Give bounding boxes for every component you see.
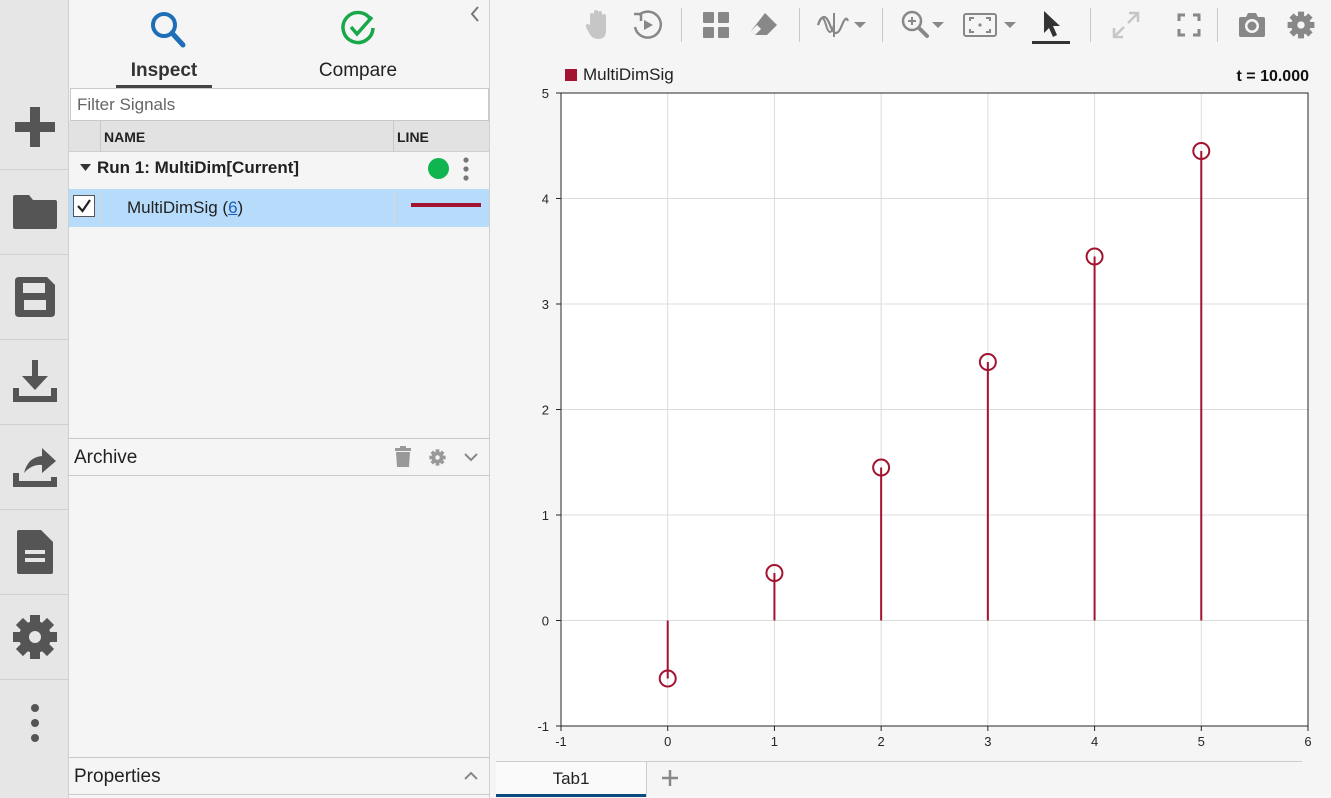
download-icon [12, 360, 57, 402]
x-tick-label: 6 [1304, 734, 1311, 749]
chevron-up-icon[interactable] [463, 770, 479, 782]
run-status-indicator [428, 158, 449, 179]
import-button[interactable] [0, 340, 69, 425]
save-icon [14, 277, 55, 317]
x-tick-label: 0 [664, 734, 671, 749]
tab-compare[interactable]: Compare [283, 8, 433, 88]
plot-tabs-bar: Tab1 [496, 761, 1302, 798]
signal-line-swatch[interactable] [411, 203, 481, 207]
run-label: Run 1: MultiDim[Current] [97, 158, 300, 177]
more-button[interactable] [0, 680, 69, 765]
y-tick-label: 1 [542, 508, 549, 523]
checkmark-icon [77, 199, 91, 213]
tab-inspect-label: Inspect [130, 60, 198, 81]
y-tick-label: 4 [542, 192, 549, 207]
column-name-header[interactable]: NAME [100, 121, 394, 152]
signal-dimension-link[interactable]: 6 [228, 198, 237, 217]
open-button[interactable] [0, 170, 69, 255]
preferences-button[interactable] [0, 595, 69, 680]
app-window: Inspect Compare Filter Signals NAME LINE… [0, 0, 1331, 798]
folder-icon [12, 195, 57, 229]
archive-settings-icon[interactable] [429, 449, 446, 466]
left-rail [0, 0, 69, 798]
signal-name-text: MultiDimSig [127, 198, 218, 217]
document-icon [16, 530, 53, 574]
properties-header[interactable]: Properties [69, 757, 489, 795]
new-button[interactable] [0, 85, 69, 170]
x-tick-label: 2 [878, 734, 885, 749]
stem-plot[interactable]: -1 0 1 2 3 4 5 6 -1 0 1 2 3 4 5 [490, 0, 1331, 760]
tab-inspect[interactable]: Inspect [89, 8, 239, 88]
signal-row[interactable]: MultiDimSig (6) [69, 189, 489, 227]
more-vertical-icon [30, 703, 39, 742]
collapse-panel-icon[interactable] [469, 4, 481, 24]
share-icon [12, 448, 57, 487]
archive-header: Archive [69, 438, 489, 476]
x-tick-label: 3 [984, 734, 991, 749]
save-button[interactable] [0, 255, 69, 340]
row-divider [394, 189, 395, 227]
run-row[interactable]: Run 1: MultiDim[Current] [69, 152, 489, 188]
add-icon [14, 107, 55, 147]
trash-icon[interactable] [394, 446, 412, 468]
chevron-down-icon[interactable] [463, 451, 479, 463]
filter-signals-input[interactable]: Filter Signals [70, 88, 489, 121]
y-tick-label: 0 [542, 614, 549, 629]
x-tick-label: -1 [555, 734, 567, 749]
add-tab-icon[interactable] [658, 766, 682, 790]
tab-tab1[interactable]: Tab1 [496, 762, 646, 797]
report-button[interactable] [0, 510, 69, 595]
x-tick-label: 4 [1091, 734, 1098, 749]
tab-compare-label: Compare [318, 60, 398, 81]
x-tick-label: 5 [1198, 734, 1205, 749]
column-line-header[interactable]: LINE [397, 129, 429, 145]
run-options-icon[interactable] [461, 156, 471, 182]
signal-table-header: NAME LINE [69, 121, 489, 152]
plot-area: MultiDimSig t = 10.000 -1 0 1 2 3 4 5 6 -1 0 1 2 3 4 5… [490, 0, 1331, 798]
signal-name: MultiDimSig (6) [127, 198, 244, 217]
gear-icon [12, 615, 57, 659]
archive-content [69, 476, 489, 756]
archive-title: Archive [74, 447, 138, 468]
search-icon [151, 12, 186, 48]
signal-panel: Inspect Compare Filter Signals NAME LINE… [69, 0, 490, 798]
x-tick-label: 1 [771, 734, 778, 749]
caret-down-icon[interactable] [80, 164, 91, 172]
export-button[interactable] [0, 425, 69, 510]
y-tick-label: 5 [542, 86, 549, 101]
y-tick-label: -1 [537, 719, 549, 734]
check-circle-icon [341, 10, 375, 45]
y-tick-label: 3 [542, 297, 549, 312]
row-divider [100, 189, 101, 227]
properties-title: Properties [74, 766, 161, 787]
signal-checkbox[interactable] [73, 195, 95, 217]
tab-divider [646, 762, 647, 797]
y-tick-label: 2 [542, 403, 549, 418]
